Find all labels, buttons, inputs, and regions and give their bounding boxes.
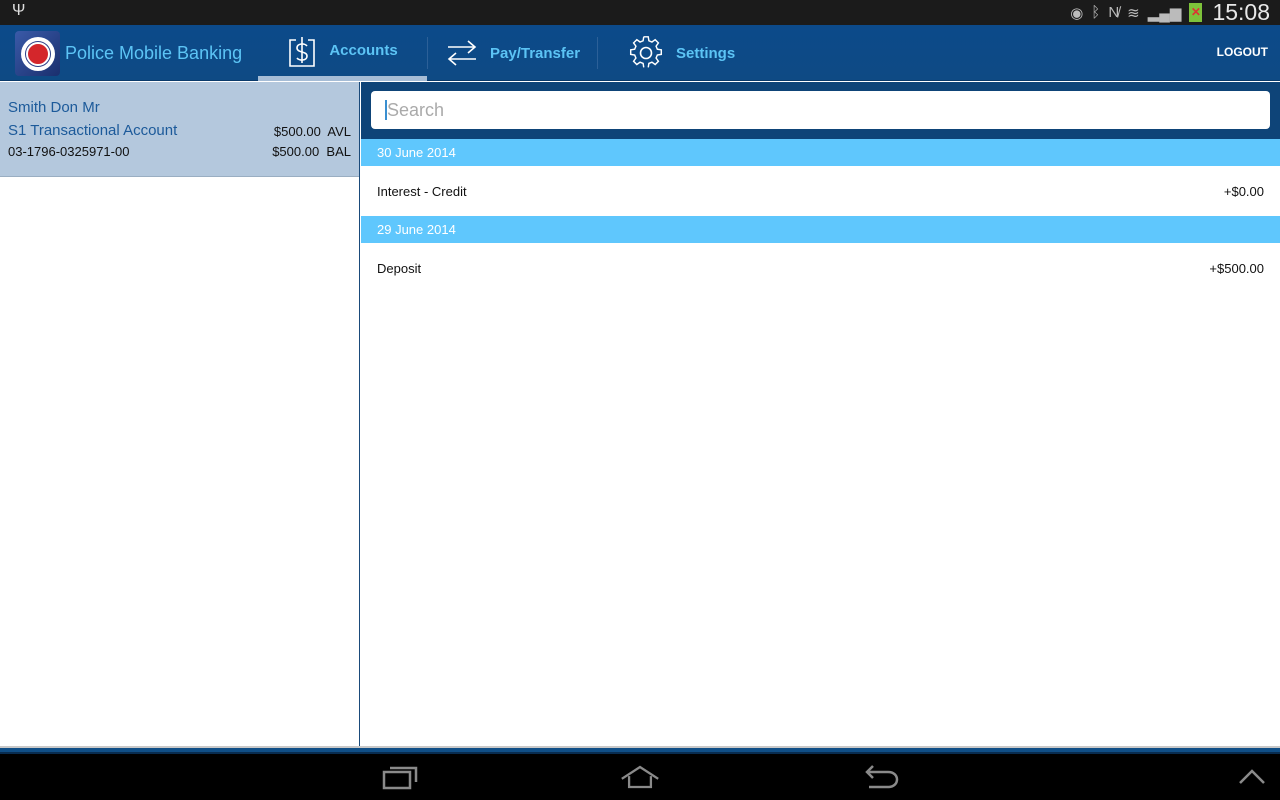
system-nav-bar — [0, 754, 1280, 800]
back-icon — [865, 765, 899, 789]
nfc-muted-icon: N̸ — [1108, 4, 1120, 21]
tab-accounts[interactable]: Accounts — [258, 25, 427, 81]
date-header: 30 June 2014 — [361, 139, 1280, 166]
app-title: Police Mobile Banking — [65, 43, 243, 63]
battery-icon: ✕ — [1189, 3, 1203, 22]
eye-icon: ◉ — [1070, 4, 1084, 22]
back-button[interactable] — [862, 762, 902, 792]
signal-icon: ▂▄▆ — [1147, 4, 1182, 22]
transaction-amount: +$0.00 — [1223, 184, 1264, 199]
transactions-pane: 30 June 2014 Interest - Credit +$0.00 29… — [361, 82, 1280, 749]
transfer-arrows-icon — [447, 40, 477, 66]
account-holder: Smith Don Mr — [8, 99, 100, 116]
text-cursor — [385, 100, 387, 120]
transaction-description: Deposit — [377, 261, 422, 276]
bluetooth-icon: ᛒ — [1091, 4, 1101, 21]
transaction-row[interactable]: Interest - Credit +$0.00 — [361, 166, 1280, 216]
wifi-icon: ≋ — [1127, 4, 1140, 22]
search-box[interactable] — [371, 91, 1270, 129]
dollar-icon — [289, 36, 316, 67]
tab-pay-transfer-label: Pay/Transfer — [490, 44, 581, 62]
home-icon — [621, 765, 659, 789]
police-logo[interactable] — [15, 31, 60, 76]
chevron-up-icon — [1239, 769, 1265, 784]
bottom-divider — [0, 746, 1280, 754]
logout-button[interactable]: LOGOUT — [1217, 45, 1268, 59]
transaction-amount: +$500.00 — [1209, 261, 1264, 276]
action-bar: Police Mobile Banking Accounts Pay/Trans… — [0, 25, 1280, 81]
current-balance: $500.00 BAL — [272, 144, 351, 159]
transaction-row[interactable]: Deposit +$500.00 — [361, 243, 1280, 293]
search-bar — [361, 82, 1280, 139]
usb-icon: Ψ — [12, 2, 26, 19]
account-number: 03-1796-0325971-00 — [8, 144, 130, 159]
recent-apps-icon — [382, 766, 418, 790]
gear-icon — [629, 36, 663, 68]
available-balance: $500.00 AVL — [273, 124, 351, 139]
status-icons: ◉ ᛒ N̸ ≋ ▂▄▆ ✕ 15:08 — [1070, 0, 1270, 25]
recent-apps-button[interactable] — [380, 762, 420, 792]
tab-settings-label: Settings — [676, 44, 736, 62]
menu-up-button[interactable] — [1232, 762, 1272, 792]
status-bar: Ψ ◉ ᛒ N̸ ≋ ▂▄▆ ✕ 15:08 — [0, 0, 1280, 25]
account-item[interactable]: Smith Don Mr S1 Transactional Account 03… — [0, 82, 359, 177]
home-button[interactable] — [620, 762, 660, 792]
date-header: 29 June 2014 — [361, 216, 1280, 243]
tab-pay-transfer[interactable]: Pay/Transfer — [446, 25, 580, 81]
search-input[interactable] — [371, 91, 1270, 129]
tab-accounts-label: Accounts — [329, 42, 398, 59]
account-type: S1 Transactional Account — [8, 122, 178, 139]
tab-divider — [427, 37, 428, 69]
tab-divider — [597, 37, 598, 69]
transaction-description: Interest - Credit — [377, 184, 467, 199]
tab-settings[interactable]: Settings — [628, 25, 735, 81]
clock: 15:08 — [1212, 0, 1270, 25]
accounts-list: Smith Don Mr S1 Transactional Account 03… — [0, 82, 360, 749]
